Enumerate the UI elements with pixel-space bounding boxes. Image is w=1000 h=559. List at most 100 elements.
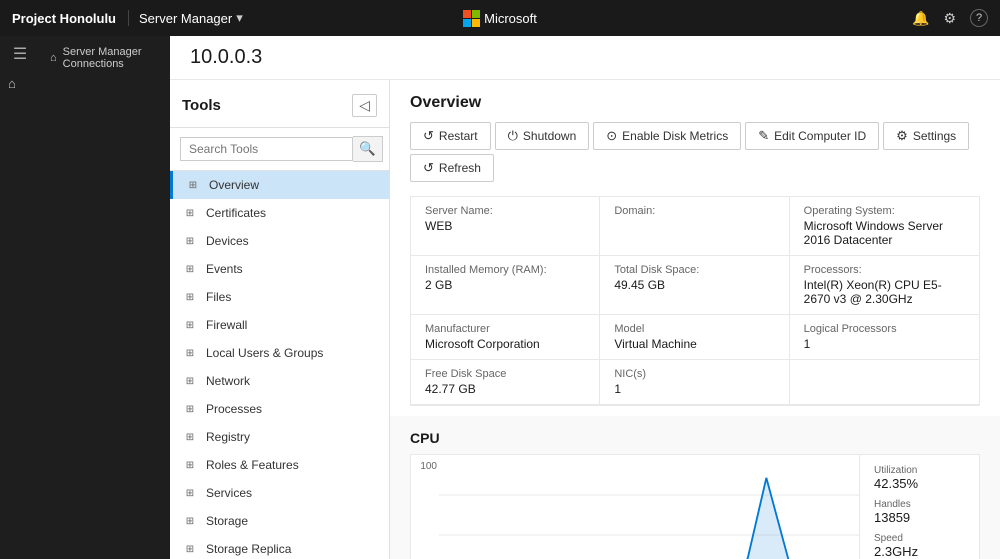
- tool-icon: ⊞: [182, 320, 198, 331]
- tool-item-registry[interactable]: ⊞ Registry: [170, 423, 389, 451]
- action-icon: ✎: [758, 128, 769, 144]
- action-btn-enable-disk-metrics[interactable]: ⊙Enable Disk Metrics: [593, 122, 741, 150]
- info-label: Server Name:: [425, 205, 585, 217]
- tool-label: Events: [206, 262, 243, 276]
- page-ip: 10.0.0.3: [190, 46, 980, 69]
- stat-label: Handles: [874, 499, 965, 510]
- nav-home[interactable]: ⌂: [0, 72, 40, 95]
- tool-label: Storage Replica: [206, 542, 291, 556]
- hamburger-menu-icon[interactable]: ☰: [5, 44, 35, 64]
- bell-icon[interactable]: 🔔: [912, 10, 929, 27]
- tool-label: Local Users & Groups: [206, 346, 323, 360]
- app-title: Project Honolulu: [12, 11, 116, 26]
- tool-item-firewall[interactable]: ⊞ Firewall: [170, 311, 389, 339]
- info-label: Domain:: [614, 205, 774, 217]
- tools-list: ⊞ Overview ⊞ Certificates ⊞ Devices ⊞ Ev…: [170, 171, 389, 559]
- tool-icon: ⊞: [182, 432, 198, 443]
- info-value: Microsoft Windows Server 2016 Datacenter: [804, 219, 965, 247]
- tool-icon: ⊞: [182, 544, 198, 555]
- stat-value: 13859: [874, 510, 965, 525]
- tool-item-storage-replica[interactable]: ⊞ Storage Replica: [170, 535, 389, 559]
- info-value: 49.45 GB: [614, 278, 774, 292]
- cpu-stat-speed: Speed 2.3GHz: [874, 533, 965, 559]
- tools-title: Tools: [182, 97, 221, 114]
- microsoft-logo: Microsoft: [463, 10, 537, 27]
- search-tools-input[interactable]: [180, 137, 353, 161]
- info-value: 42.77 GB: [425, 382, 585, 396]
- tools-panel: Tools ◁ 🔍 ⊞ Overview ⊞ Certificates ⊞ De…: [170, 80, 390, 559]
- search-tools-button[interactable]: 🔍: [353, 136, 383, 162]
- action-btn-edit-computer-id[interactable]: ✎Edit Computer ID: [745, 122, 879, 150]
- tool-item-certificates[interactable]: ⊞ Certificates: [170, 199, 389, 227]
- action-icon: ⏻: [508, 128, 518, 144]
- info-cell: Installed Memory (RAM): 2 GB: [411, 256, 600, 315]
- info-label: Total Disk Space:: [614, 264, 774, 276]
- collapse-button[interactable]: ◁: [352, 94, 377, 117]
- tool-item-overview[interactable]: ⊞ Overview: [170, 171, 389, 199]
- topbar-center: Microsoft: [463, 10, 537, 27]
- tool-item-processes[interactable]: ⊞ Processes: [170, 395, 389, 423]
- info-value: Virtual Machine: [614, 337, 774, 351]
- tool-label: Registry: [206, 430, 250, 444]
- cpu-chart: [439, 455, 859, 559]
- info-cell: Total Disk Space: 49.45 GB: [600, 256, 789, 315]
- tool-icon: ⊞: [182, 460, 198, 471]
- info-value: 1: [614, 382, 774, 396]
- tool-label: Certificates: [206, 206, 266, 220]
- info-value: Intel(R) Xeon(R) CPU E5-2670 v3 @ 2.30GH…: [804, 278, 965, 306]
- action-btn-shutdown[interactable]: ⏻Shutdown: [495, 122, 590, 150]
- tool-item-roles---features[interactable]: ⊞ Roles & Features: [170, 451, 389, 479]
- tool-item-events[interactable]: ⊞ Events: [170, 255, 389, 283]
- help-icon[interactable]: ?: [970, 9, 988, 27]
- settings-icon[interactable]: ⚙: [943, 10, 956, 27]
- info-cell: Domain:: [600, 197, 789, 256]
- server-manager-connections-item[interactable]: ⌂ Server Manager Connections: [40, 36, 170, 76]
- tool-item-network[interactable]: ⊞ Network: [170, 367, 389, 395]
- info-cell: Manufacturer Microsoft Corporation: [411, 315, 600, 360]
- info-label: Logical Processors: [804, 323, 965, 335]
- tools-header: Tools ◁: [170, 80, 389, 128]
- overview-title: Overview: [410, 94, 980, 112]
- tool-icon: ⊞: [182, 236, 198, 247]
- info-label: Processors:: [804, 264, 965, 276]
- ms-logo-grid: [463, 10, 480, 27]
- left-panel: ⌂ Server Manager Connections: [40, 36, 170, 559]
- tool-icon: ⊞: [182, 264, 198, 275]
- tool-label: Firewall: [206, 318, 247, 332]
- server-manager-section: Server Manager ▾: [128, 10, 243, 26]
- cpu-stat-handles: Handles 13859: [874, 499, 965, 525]
- action-btn-settings[interactable]: ⚙Settings: [883, 122, 969, 150]
- stat-value: 42.35%: [874, 476, 965, 491]
- cpu-stats: Utilization 42.35% Handles 13859 Speed 2…: [859, 455, 979, 559]
- server-info-grid: Server Name: WEB Domain: Operating Syste…: [410, 196, 980, 406]
- cpu-container: 100 0: [410, 454, 980, 559]
- info-cell: Logical Processors 1: [790, 315, 979, 360]
- info-value: WEB: [425, 219, 585, 233]
- info-cell: Free Disk Space 42.77 GB: [411, 360, 600, 405]
- action-icon: ⚙: [896, 128, 908, 144]
- tool-icon: ⊞: [185, 180, 201, 191]
- home-icon: ⌂: [50, 52, 57, 64]
- tool-item-services[interactable]: ⊞ Services: [170, 479, 389, 507]
- action-btn-refresh[interactable]: ↺Refresh: [410, 154, 494, 182]
- tool-icon: ⊞: [182, 376, 198, 387]
- action-icon: ↺: [423, 128, 434, 144]
- info-label: Operating System:: [804, 205, 965, 217]
- info-value: Microsoft Corporation: [425, 337, 585, 351]
- search-tools-container: 🔍: [170, 128, 389, 171]
- cpu-y-axis: 100 0: [411, 455, 439, 559]
- dropdown-icon[interactable]: ▾: [236, 10, 243, 26]
- action-btn-restart[interactable]: ↺Restart: [410, 122, 491, 150]
- info-label: NIC(s): [614, 368, 774, 380]
- tool-label: Services: [206, 486, 252, 500]
- tool-label: Overview: [209, 178, 259, 192]
- tool-label: Roles & Features: [206, 458, 299, 472]
- tool-label: Network: [206, 374, 250, 388]
- topbar-right: 🔔 ⚙ ?: [537, 9, 988, 27]
- tool-item-devices[interactable]: ⊞ Devices: [170, 227, 389, 255]
- info-cell: NIC(s) 1: [600, 360, 789, 405]
- tool-item-local-users---groups[interactable]: ⊞ Local Users & Groups: [170, 339, 389, 367]
- tool-item-storage[interactable]: ⊞ Storage: [170, 507, 389, 535]
- tool-item-files[interactable]: ⊞ Files: [170, 283, 389, 311]
- stat-label: Speed: [874, 533, 965, 544]
